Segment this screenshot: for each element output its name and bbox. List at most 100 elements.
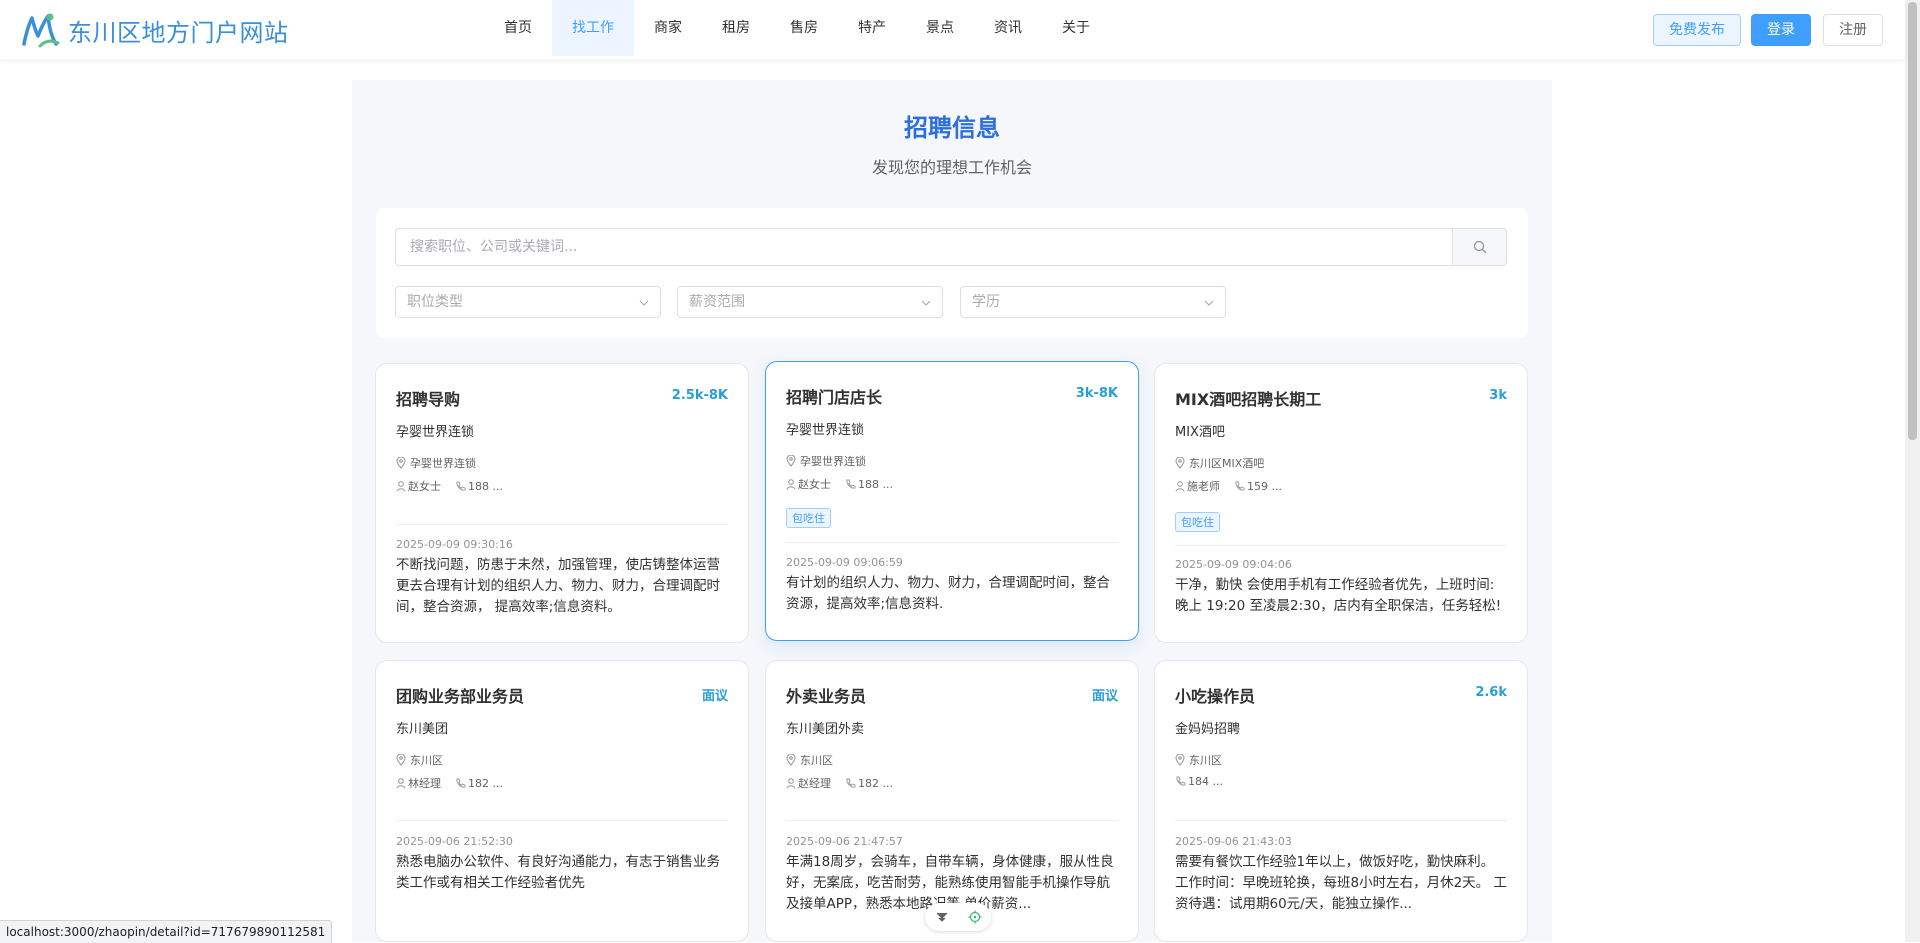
job-description: 熟悉电脑办公软件、有良好沟通能力，有志于销售业务类工作或有相关工作经验者优先: [396, 854, 720, 891]
site-name: 东川区地方门户网站: [68, 18, 289, 47]
nav-sale-house[interactable]: 售房: [770, 0, 838, 56]
contact-name: 赵女士: [408, 480, 441, 493]
contact-name: 施老师: [1187, 480, 1220, 493]
register-button[interactable]: 注册: [1823, 14, 1883, 46]
contact-person: 赵经理: [786, 775, 831, 791]
phone-icon: [846, 778, 856, 788]
contact-person: 赵女士: [786, 476, 831, 492]
contact-phone: 159 ...: [1234, 480, 1282, 493]
free-publish-button[interactable]: 免费发布: [1653, 14, 1741, 46]
job-date: 2025-09-09 09:06:59: [786, 556, 903, 569]
job-title: 外卖业务员: [786, 687, 867, 706]
login-button[interactable]: 登录: [1751, 14, 1811, 46]
job-contact: 施老师 159 ...: [1175, 478, 1296, 494]
job-company: 孕婴世界连锁: [396, 425, 475, 440]
salary-range-placeholder: 薪资范围: [689, 294, 745, 310]
contact-person: 赵女士: [396, 478, 441, 494]
contact-phone: 188 ...: [845, 478, 893, 491]
nav-about[interactable]: 关于: [1042, 0, 1110, 56]
job-company: 孕婴世界连锁: [786, 423, 865, 438]
job-card[interactable]: 外卖业务员 面议 东川美团外卖 东川区 赵经理 182 ... 2025-09-…: [765, 660, 1139, 942]
location-icon: [1175, 754, 1185, 766]
job-date: 2025-09-06 21:47:57: [786, 835, 903, 848]
job-location-text: 东川区: [410, 754, 443, 767]
job-location: 东川区: [396, 752, 443, 768]
search-button[interactable]: [1452, 228, 1507, 266]
job-location: 孕婴世界连锁: [786, 453, 866, 469]
job-card[interactable]: 招聘门店店长 3k-8K 孕婴世界连锁 孕婴世界连锁 赵女士 188 ... 包…: [765, 361, 1139, 641]
salary-range-select[interactable]: 薪资范围: [677, 286, 943, 318]
site-logo[interactable]: 东川区地方门户网站: [20, 10, 289, 50]
contact-phone-text: 159 ...: [1247, 479, 1282, 493]
job-description: 需要有餐饮工作经验1年以上，做饭好吃，勤快麻利。 工作时间：早晚班轮换，每班8小…: [1175, 854, 1507, 912]
job-date: 2025-09-09 09:04:06: [1175, 558, 1292, 571]
job-card[interactable]: 招聘导购 2.5k-8K 孕婴世界连锁 孕婴世界连锁 赵女士 188 ... 2…: [375, 363, 749, 643]
card-divider: [396, 820, 728, 821]
job-location: 东川区: [1175, 752, 1222, 768]
job-salary: 3k-8K: [1075, 386, 1118, 401]
nav-news[interactable]: 资讯: [974, 0, 1042, 56]
job-title: MIX酒吧招聘长期工: [1175, 390, 1322, 409]
job-company: MIX酒吧: [1175, 425, 1225, 440]
location-icon: [786, 754, 796, 766]
benefit-tag: 包吃住: [786, 508, 831, 528]
job-location: 孕婴世界连锁: [396, 455, 476, 471]
job-salary: 面议: [1091, 689, 1118, 704]
page-scrollbar[interactable]: [1905, 0, 1920, 942]
job-type-placeholder: 职位类型: [407, 294, 463, 310]
scrollbar-thumb[interactable]: [1908, 2, 1917, 440]
main-nav: 首页 找工作 商家 租房 售房 特产 景点 资讯 关于: [484, 0, 1110, 56]
job-location-text: 东川区: [800, 754, 833, 767]
phone-icon: [846, 479, 856, 489]
job-card[interactable]: 小吃操作员 2.6k 金妈妈招聘 东川区 184 ... 2025-09-06 …: [1154, 660, 1528, 942]
contact-person: 施老师: [1175, 478, 1220, 494]
location-icon: [1175, 457, 1185, 469]
logo-icon: [22, 13, 60, 48]
job-title: 招聘门店店长: [786, 388, 883, 407]
floating-toolbar: [925, 903, 991, 931]
top-header: 东川区地方门户网站 首页 找工作 商家 租房 售房 特产 景点 资讯 关于 免费…: [0, 0, 1905, 59]
location-icon: [396, 754, 406, 766]
job-description: 不断找问题，防患于未然，加强管理，使店铸整体运营更去合理有计划的组织人力、物力、…: [396, 557, 720, 615]
phone-icon: [1235, 481, 1245, 491]
chevron-down-icon: [1204, 300, 1214, 306]
job-type-select[interactable]: 职位类型: [395, 286, 661, 318]
user-icon: [786, 777, 796, 789]
user-icon: [396, 777, 406, 789]
job-contact: 赵经理 182 ...: [786, 775, 907, 791]
contact-phone: 188 ...: [455, 480, 503, 493]
job-description: 干净，勤快 会使用手机有工作经验者优先，上班时间:晚上 19:20 至凌晨2:3…: [1175, 577, 1502, 614]
phone-icon: [456, 481, 466, 491]
job-company: 东川美团外卖: [786, 722, 865, 737]
nav-merchants[interactable]: 商家: [634, 0, 702, 56]
job-location-text: 东川区MIX酒吧: [1189, 457, 1265, 470]
job-card[interactable]: 团购业务部业务员 面议 东川美团 东川区 林经理 182 ... 2025-09…: [375, 660, 749, 942]
contact-phone-text: 182 ...: [858, 776, 893, 790]
card-divider: [396, 524, 728, 525]
scroll-down-icon[interactable]: [935, 910, 949, 924]
job-salary: 面议: [701, 689, 728, 704]
location-icon: [786, 455, 796, 467]
nav-rent[interactable]: 租房: [702, 0, 770, 56]
search-panel: 职位类型 薪资范围 学历: [376, 208, 1528, 338]
phone-icon: [456, 778, 466, 788]
search-input[interactable]: [395, 228, 1452, 266]
job-card[interactable]: MIX酒吧招聘长期工 3k MIX酒吧 东川区MIX酒吧 施老师 159 ...…: [1154, 363, 1528, 643]
contact-name: 赵经理: [798, 777, 831, 790]
nav-jobs[interactable]: 找工作: [552, 0, 634, 56]
contact-phone-text: 184 ...: [1188, 775, 1223, 788]
nav-home[interactable]: 首页: [484, 0, 552, 56]
job-date: 2025-09-06 21:43:03: [1175, 835, 1292, 848]
job-salary: 3k: [1489, 388, 1507, 403]
nav-specialty[interactable]: 特产: [838, 0, 906, 56]
user-icon: [1175, 480, 1185, 492]
nav-scenic[interactable]: 景点: [906, 0, 974, 56]
job-contact: 184 ...: [1175, 775, 1237, 788]
education-select[interactable]: 学历: [960, 286, 1226, 318]
contact-phone-text: 182 ...: [468, 776, 503, 790]
user-icon: [786, 478, 796, 490]
page-title: 招聘信息: [904, 114, 1000, 142]
target-icon[interactable]: [968, 910, 982, 924]
job-salary: 2.6k: [1475, 685, 1507, 700]
job-company: 东川美团: [396, 722, 449, 737]
